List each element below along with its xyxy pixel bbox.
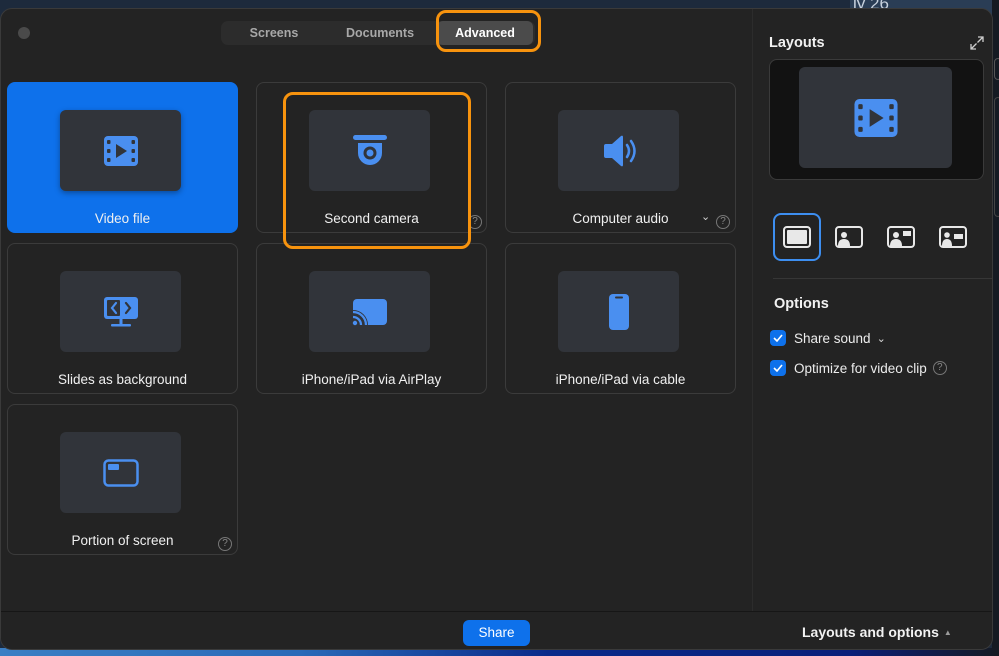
- layout-full-screen-button[interactable]: [773, 213, 821, 261]
- share-screen-window: Screens Documents Advanced Video file Se…: [0, 8, 993, 650]
- option-portion-of-screen[interactable]: Portion of screen ?: [7, 404, 238, 555]
- layout-presenter-label-button[interactable]: [929, 213, 977, 261]
- layout-presenter-button[interactable]: [825, 213, 873, 261]
- option-thumbnail: [309, 110, 430, 191]
- checkmark-icon: [773, 364, 783, 372]
- film-play-icon: [853, 98, 898, 137]
- option-label: Portion of screen: [71, 533, 174, 548]
- checkmark-icon: [773, 334, 783, 342]
- layouts-and-options-toggle[interactable]: Layouts and options ▲: [802, 624, 952, 640]
- phone-icon: [608, 293, 629, 330]
- option-thumbnail: [60, 432, 181, 513]
- background-window-edge: [994, 58, 999, 80]
- layouts-and-options-label: Layouts and options: [802, 624, 939, 640]
- layout-presenter-label-icon: [939, 226, 967, 248]
- option-label: Slides as background: [57, 372, 188, 387]
- window-close-button[interactable]: [18, 27, 30, 39]
- option-thumbnail: [558, 110, 679, 191]
- dome-camera-icon: [352, 134, 387, 165]
- sidebar-section-divider: [773, 278, 992, 279]
- chevron-down-icon[interactable]: ⌄: [877, 332, 886, 345]
- optimize-video-clip-label: Optimize for video clip: [794, 360, 927, 376]
- tab-documents[interactable]: Documents: [327, 21, 433, 45]
- option-label: Video file: [94, 211, 151, 226]
- layout-presenter-bar-icon: [887, 226, 915, 248]
- options-title: Options: [774, 296, 829, 312]
- option-iphone-ipad-airplay[interactable]: iPhone/iPad via AirPlay: [256, 243, 487, 394]
- layout-presenter-bar-button[interactable]: [877, 213, 925, 261]
- footer-bar: Share Layouts and options ▲: [1, 612, 992, 649]
- option-iphone-ipad-cable[interactable]: iPhone/iPad via cable: [505, 243, 736, 394]
- option-thumbnail: [309, 271, 430, 352]
- caret-up-icon: ▲: [943, 627, 952, 637]
- option-slides-as-background[interactable]: Slides as background: [7, 243, 238, 394]
- option-thumbnail: [60, 110, 181, 191]
- share-tabs: Screens Documents Advanced: [221, 21, 535, 45]
- option-video-file[interactable]: Video file: [7, 82, 238, 233]
- optimize-video-clip-checkbox[interactable]: [770, 360, 786, 376]
- help-icon[interactable]: ?: [218, 537, 232, 551]
- layout-preview-screen: [799, 67, 952, 168]
- slides-monitor-icon: [103, 296, 138, 326]
- layout-presenter-icon: [835, 226, 863, 248]
- option-thumbnail: [558, 271, 679, 352]
- help-icon[interactable]: ?: [468, 215, 482, 229]
- layout-full-icon: [783, 226, 811, 248]
- expand-icon[interactable]: [968, 34, 986, 52]
- tab-advanced[interactable]: Advanced: [437, 21, 533, 45]
- help-icon[interactable]: ?: [932, 361, 947, 375]
- desktop-background-right: [992, 0, 999, 656]
- screen-portion-icon: [102, 458, 139, 487]
- layouts-sidebar: Layouts Options Share sound ⌄ Optimize f…: [753, 9, 992, 611]
- optimize-video-clip-option[interactable]: Optimize for video clip ?: [770, 360, 947, 376]
- layout-preview: [769, 59, 984, 180]
- option-second-camera[interactable]: Second camera ?: [256, 82, 487, 233]
- share-sound-option[interactable]: Share sound ⌄: [770, 330, 886, 346]
- airplay-cast-icon: [352, 298, 387, 325]
- help-icon[interactable]: ?: [716, 215, 730, 229]
- tab-screens[interactable]: Screens: [221, 21, 327, 45]
- share-button[interactable]: Share: [463, 620, 530, 646]
- share-sound-checkbox[interactable]: [770, 330, 786, 346]
- option-label: iPhone/iPad via cable: [555, 372, 686, 387]
- speaker-icon: [603, 135, 636, 166]
- share-sound-label: Share sound: [794, 330, 871, 346]
- option-thumbnail: [60, 271, 181, 352]
- background-window-edge: [994, 97, 999, 217]
- option-label: Second camera: [324, 211, 419, 226]
- option-computer-audio[interactable]: Computer audio ⌄ ?: [505, 82, 736, 233]
- option-label: iPhone/iPad via AirPlay: [301, 372, 442, 387]
- chevron-down-icon[interactable]: ⌄: [701, 210, 710, 223]
- layout-options: [773, 213, 981, 261]
- film-play-icon: [103, 135, 138, 166]
- layouts-title: Layouts: [769, 35, 825, 51]
